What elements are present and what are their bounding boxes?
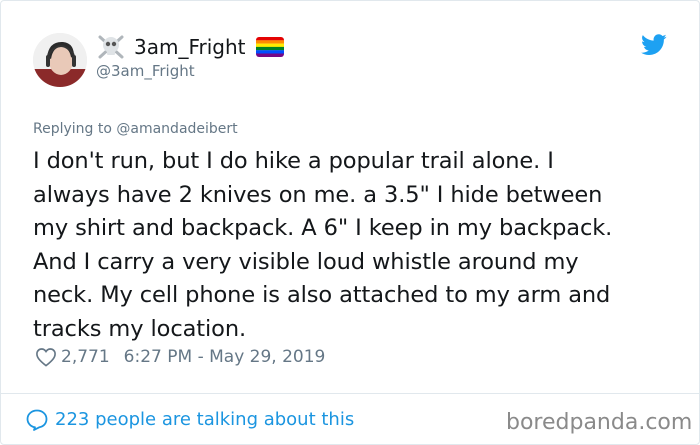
heart-icon[interactable] [35,347,57,367]
tweet-line: And I carry a very visible loud whistle … [33,248,579,275]
talking-about-label[interactable]: 223 people are talking about this [55,408,354,432]
replying-to: Replying to @amandadeibert [33,120,238,138]
twitter-bird-icon[interactable] [641,34,667,56]
tweet-line: I don't run, but I do hike a popular tra… [33,148,554,174]
tweet-line: tracks my location. [33,315,247,342]
user-handle[interactable]: @3am_Fright [96,61,195,81]
name-row[interactable]: 3am_Fright [96,33,284,61]
talking-about-link[interactable]: 223 people are talking about this [25,408,354,432]
rainbow-flag-icon [255,37,284,57]
divider [1,393,699,394]
tweet-line: neck. My cell phone is also attached to … [33,282,611,308]
tweet-card: 3am_Fright @3am_Fright Replying to @aman… [0,0,700,445]
watermark: boredpanda.com [506,410,693,435]
tweet-meta: 2,771 6:27 PM - May 29, 2019 [35,345,325,369]
reply-mention-link[interactable]: @amandadeibert [116,121,237,137]
avatar[interactable] [33,33,87,87]
display-name[interactable]: 3am_Fright [134,33,246,61]
tweet-line: my shirt and backpack. A 6" I keep in my… [33,215,613,241]
tweet-timestamp[interactable]: 6:27 PM - May 29, 2019 [124,345,326,369]
tweet-line: always have 2 knives on me. a 3.5" I hid… [33,181,603,208]
skull-crossbones-icon [98,35,124,59]
like-count[interactable]: 2,771 [61,345,110,369]
replying-to-prefix: Replying to [33,121,117,137]
tweet-text: I don't run, but I do hike a popular tra… [33,145,673,346]
speech-bubble-icon [26,409,48,431]
